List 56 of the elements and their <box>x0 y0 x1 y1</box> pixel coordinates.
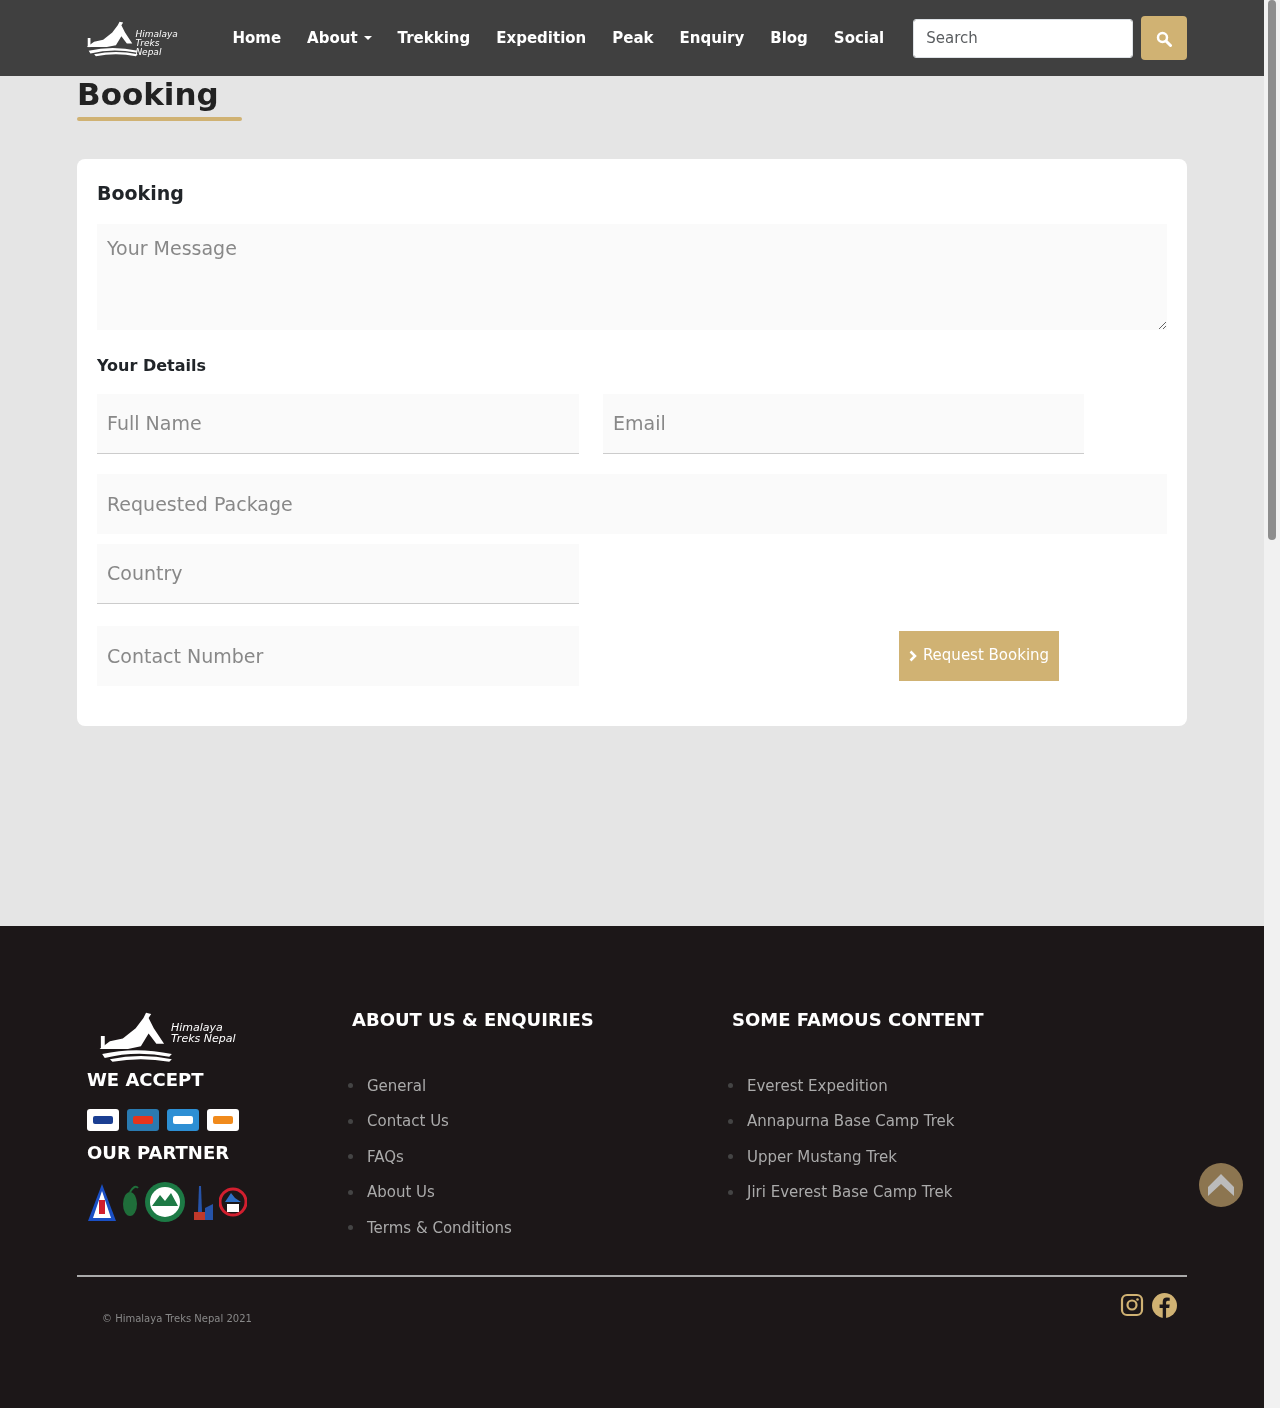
bullet-icon <box>728 1189 733 1195</box>
bullet-icon <box>728 1154 733 1160</box>
logo-text: Himalaya Treks Nepal <box>171 1021 236 1044</box>
bullet-icon <box>728 1118 733 1124</box>
nav-link[interactable]: Expedition <box>483 26 600 50</box>
page-title: Booking <box>77 76 220 114</box>
nav-link[interactable]: Peak <box>599 26 667 50</box>
bullet-icon <box>348 1118 353 1124</box>
we-accept-heading: WE ACCEPT <box>87 1067 204 1092</box>
message-field[interactable]: Your Message <box>97 223 1167 330</box>
footer-link[interactable]: Annapurna Base Camp Trek <box>747 1110 955 1133</box>
details-heading: Your Details <box>97 354 208 377</box>
bullet-icon <box>348 1154 353 1160</box>
bullet-icon <box>728 1083 733 1089</box>
our-partner-heading: OUR PARTNER <box>87 1140 230 1165</box>
footer-link[interactable]: Jiri Everest Base Camp Trek <box>747 1181 953 1204</box>
partner-logo-icon <box>143 1181 187 1222</box>
nav-link[interactable]: Trekking <box>384 26 484 50</box>
input-field[interactable]: Country <box>97 543 579 604</box>
chevron-right-icon <box>908 649 917 662</box>
logo-text: Himalaya Treks Nepal <box>135 30 179 57</box>
scrollbar[interactable] <box>1264 0 1280 1408</box>
footer-link[interactable]: Everest Expedition <box>747 1074 888 1098</box>
bullet-icon <box>348 1189 353 1195</box>
form-title: Booking <box>97 181 185 207</box>
footer-link[interactable]: General <box>367 1074 427 1098</box>
nav-link[interactable]: About <box>294 26 385 50</box>
search-field[interactable]: Search <box>913 18 1134 58</box>
nav-link[interactable]: Social <box>820 26 898 50</box>
input-field[interactable]: Contact Number <box>97 625 579 686</box>
bullet-icon <box>348 1083 353 1089</box>
input-field[interactable]: Requested Package <box>97 473 1167 534</box>
chevron-up-icon <box>1208 1174 1234 1196</box>
payment-card-icon <box>127 1108 159 1131</box>
input-field[interactable]: Email <box>603 393 1084 454</box>
nav-link[interactable]: Home <box>219 26 295 50</box>
footer-link[interactable]: About Us <box>367 1181 435 1204</box>
logo[interactable]: Himalaya Treks Nepal <box>97 1009 352 1062</box>
payment-card-icon <box>207 1108 239 1131</box>
payment-card-icon <box>167 1108 199 1131</box>
nav-link[interactable]: Enquiry <box>666 26 758 50</box>
footer-heading: SOME FAMOUS CONTENT <box>732 1007 985 1032</box>
bullet-icon <box>348 1225 353 1231</box>
footer-link[interactable]: FAQs <box>367 1145 404 1169</box>
footer-heading: ABOUT US & ENQUIRIES <box>352 1007 595 1032</box>
search-icon <box>1156 30 1173 47</box>
footer-link[interactable]: Contact Us <box>367 1110 449 1133</box>
facebook-icon[interactable] <box>1152 1293 1177 1319</box>
payment-card-icon <box>87 1108 119 1131</box>
instagram-icon[interactable] <box>1120 1293 1144 1319</box>
footer-link[interactable]: Upper Mustang Trek <box>747 1145 898 1169</box>
nav-link[interactable]: Blog <box>757 26 821 50</box>
footer-link[interactable]: Terms & Conditions <box>367 1216 512 1240</box>
input-field[interactable]: Full Name <box>97 393 579 454</box>
copyright-text: © Himalaya Treks Nepal 2021 <box>102 1312 252 1327</box>
logo[interactable]: Himalaya Treks Nepal <box>85 18 184 58</box>
